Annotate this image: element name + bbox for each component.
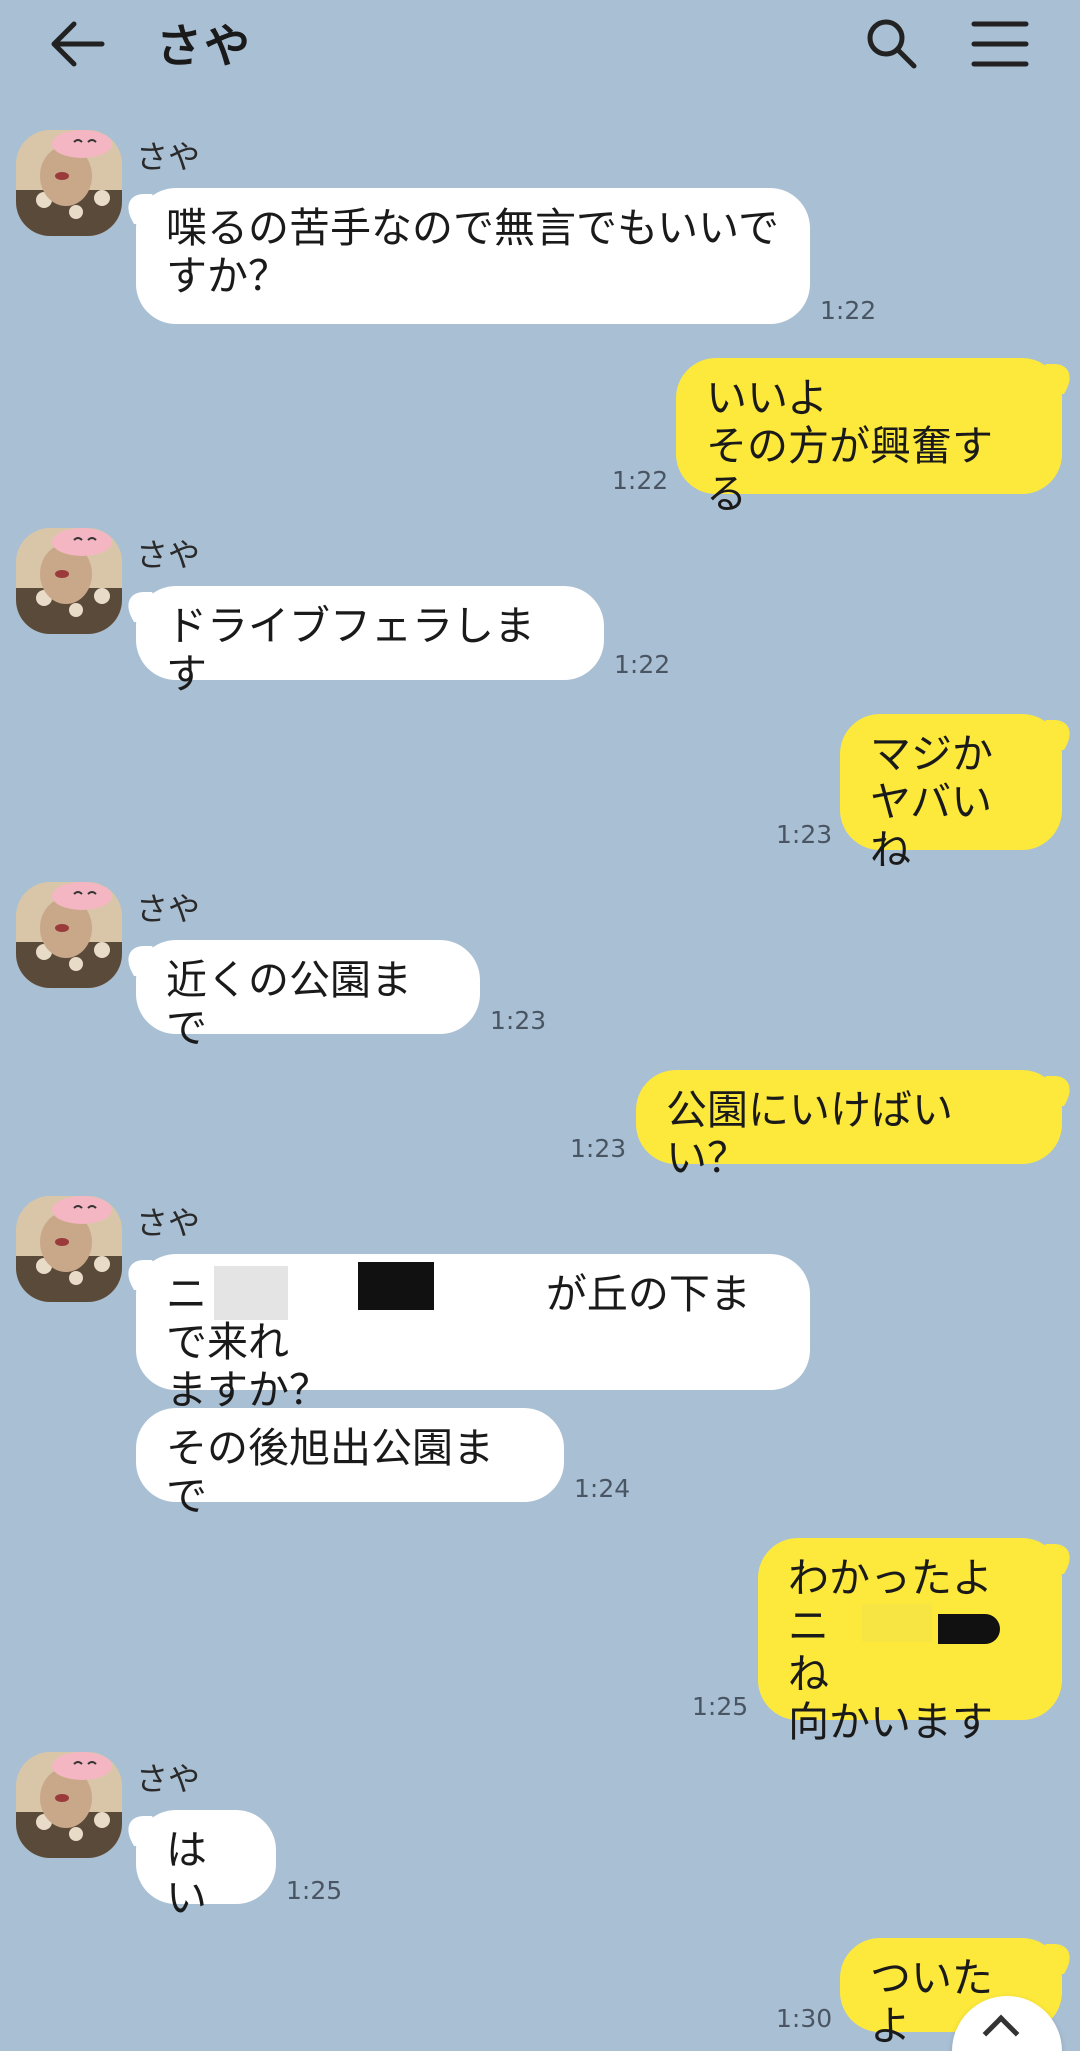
- message-bubble[interactable]: いいよ その方が興奮する: [676, 358, 1062, 518]
- avatar[interactable]: [16, 1196, 122, 1302]
- back-button[interactable]: [46, 14, 110, 74]
- sender-name: さや: [136, 1760, 201, 1798]
- sender-name: さや: [136, 1204, 201, 1242]
- message-time: 1:25: [286, 1876, 343, 1905]
- message-time: 1:22: [614, 650, 671, 679]
- menu-button[interactable]: [968, 14, 1032, 74]
- hamburger-menu-icon: [971, 21, 1029, 67]
- chevron-up-icon: [982, 2014, 1020, 2051]
- message-time: 1:24: [574, 1474, 631, 1503]
- message-bubble[interactable]: 公園にいけばいい？: [636, 1070, 1062, 1182]
- chat-header: さや: [0, 0, 1080, 90]
- page-title: さや: [156, 19, 252, 73]
- search-icon: [867, 19, 917, 69]
- message-bubble[interactable]: その後旭出公園まで: [136, 1408, 564, 1520]
- message-time: 1:23: [490, 1006, 547, 1035]
- message-time: 1:23: [570, 1134, 627, 1163]
- redaction-mark: [214, 1266, 288, 1320]
- back-arrow-icon: [51, 21, 105, 67]
- message-bubble[interactable]: ドライブフェラします: [136, 586, 604, 698]
- sender-name: さや: [136, 138, 201, 176]
- avatar[interactable]: [16, 130, 122, 236]
- redaction-mark: [862, 1604, 932, 1642]
- sender-name: さや: [136, 536, 201, 574]
- message-bubble[interactable]: マジか ヤバいね: [840, 714, 1062, 874]
- search-button[interactable]: [862, 14, 922, 74]
- message-time: 1:30: [776, 2004, 833, 2033]
- redaction-mark: [358, 1262, 434, 1310]
- avatar[interactable]: [16, 1752, 122, 1858]
- message-bubble[interactable]: 喋るの苦手なので無言でもいいで すか？: [136, 188, 810, 324]
- message-time: 1:25: [692, 1692, 749, 1721]
- sender-name: さや: [136, 890, 201, 928]
- message-bubble[interactable]: 近くの公園まで: [136, 940, 480, 1052]
- message-time: 1:22: [612, 466, 669, 495]
- message-time: 1:22: [820, 296, 877, 325]
- message-time: 1:23: [776, 820, 833, 849]
- avatar[interactable]: [16, 882, 122, 988]
- message-bubble[interactable]: はい: [136, 1810, 276, 1922]
- avatar[interactable]: [16, 528, 122, 634]
- redaction-mark: [938, 1614, 1000, 1644]
